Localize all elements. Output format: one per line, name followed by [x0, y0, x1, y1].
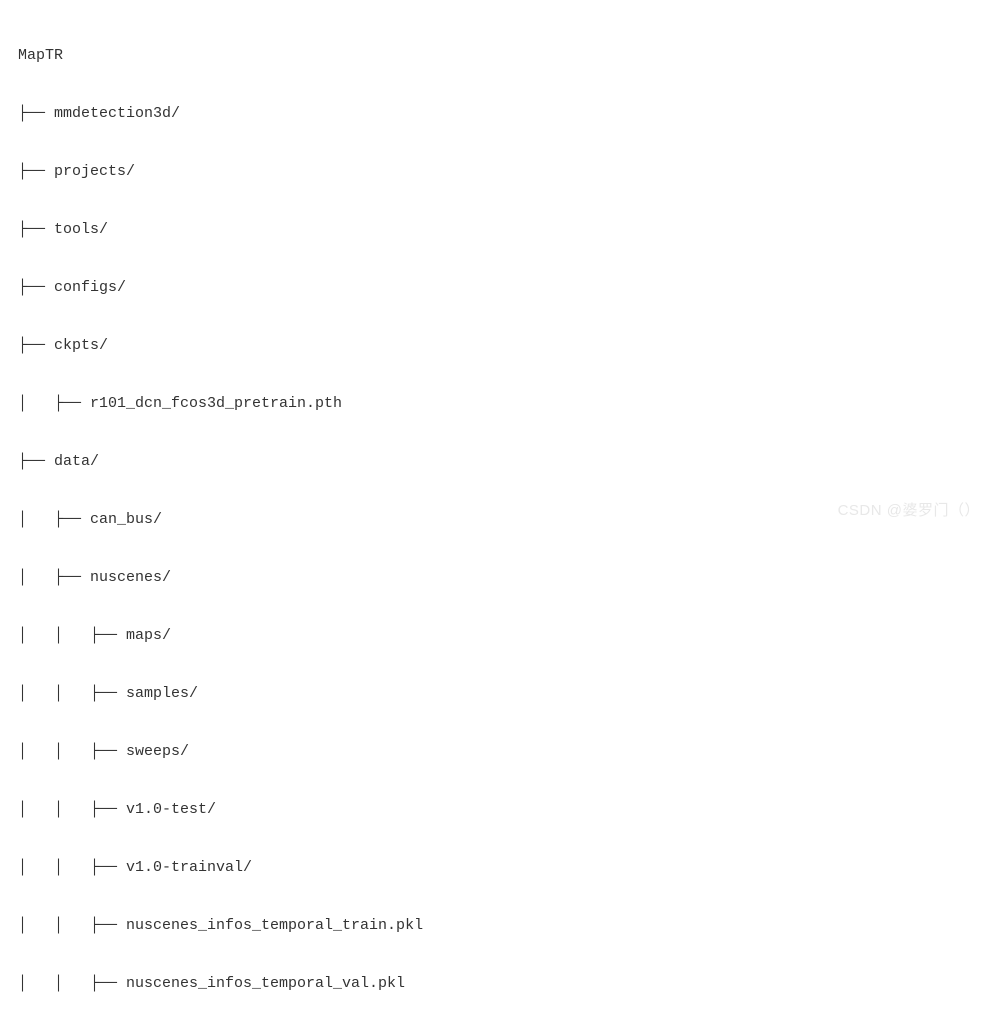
tree-line: ├── projects/ — [18, 157, 980, 186]
tree-line: ├── configs/ — [18, 273, 980, 302]
tree-line: │ │ ├── maps/ — [18, 621, 980, 650]
tree-line: ├── mmdetection3d/ — [18, 99, 980, 128]
tree-line: │ ├── can_bus/ — [18, 505, 980, 534]
tree-line: │ │ ├── nuscenes_infos_temporal_val.pkl — [18, 969, 980, 998]
tree-line: ├── tools/ — [18, 215, 980, 244]
tree-line: │ │ ├── v1.0-trainval/ — [18, 853, 980, 882]
tree-line: │ ├── r101_dcn_fcos3d_pretrain.pth — [18, 389, 980, 418]
tree-line: │ │ ├── nuscenes_infos_temporal_train.pk… — [18, 911, 980, 940]
tree-line: ├── data/ — [18, 447, 980, 476]
tree-line: │ │ ├── samples/ — [18, 679, 980, 708]
tree-line: │ ├── nuscenes/ — [18, 563, 980, 592]
tree-line: ├── ckpts/ — [18, 331, 980, 360]
directory-tree: MapTR ├── mmdetection3d/ ├── projects/ ├… — [18, 12, 980, 1027]
tree-line: │ │ ├── sweeps/ — [18, 737, 980, 766]
tree-line: │ │ ├── v1.0-test/ — [18, 795, 980, 824]
tree-root: MapTR — [18, 41, 980, 70]
